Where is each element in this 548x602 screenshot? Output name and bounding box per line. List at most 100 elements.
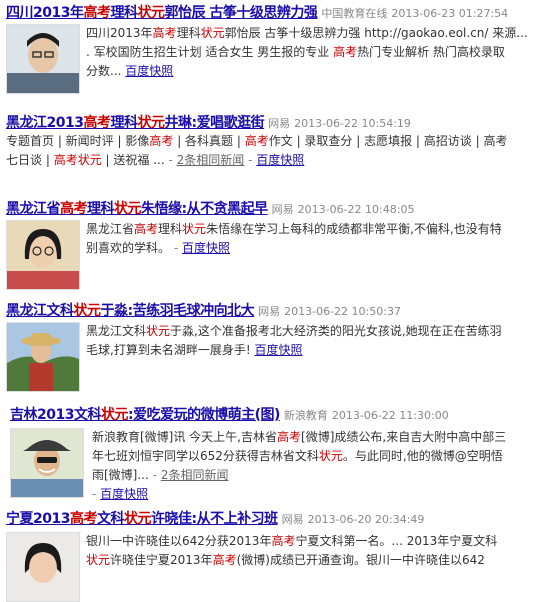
result-title-link[interactable]: 黑龙江2013高考理科状元井琳:爱唱歌逛街	[6, 115, 265, 131]
highlight-term: 高考	[212, 553, 237, 567]
highlight-term: 状元	[146, 324, 171, 338]
text-segment: 朱悟缘在学习上每科的成绩都非常平衡,不偏科,也没有特	[206, 222, 502, 236]
result-source: 中国教育在线	[321, 7, 388, 20]
thumbnail-image[interactable]	[10, 428, 84, 498]
text-segment: (微博)成绩已开通查询。银川一中许晓佳以642	[236, 553, 485, 567]
text-segment: 别喜欢的学科。	[86, 241, 171, 255]
snapshot-link[interactable]: 百度快照	[254, 343, 302, 357]
snippet-line: 黑龙江文科状元于淼,这个准备报考北大经济类的阳光女孩说,她现在正在苦练羽	[86, 322, 546, 341]
text-segment: 分数...	[86, 64, 122, 78]
thumbnail-image[interactable]	[6, 24, 80, 94]
text-segment: 于淼,这个准备报考北大经济类的阳光女孩说,她现在正在苦练羽	[170, 324, 502, 338]
text-segment: 理科	[87, 201, 115, 217]
text-segment: 于淼:苦练羽毛球冲向北大	[100, 303, 255, 319]
text-segment: 理科	[158, 222, 183, 236]
thumbnail-image[interactable]	[6, 322, 80, 392]
text-segment: 专题首页 | 新闻时评 | 影像	[6, 134, 150, 148]
result-snippet: 黑龙江文科状元于淼,这个准备报考北大经济类的阳光女孩说,她现在正在苦练羽 毛球,…	[86, 322, 546, 360]
result-source: 网易	[268, 117, 291, 130]
result-snippet: 银川一中许晓佳以642分获2013年高考宁夏文科第一名。... 2013年宁夏文…	[86, 532, 546, 570]
snippet-line: 四川2013年高考理科状元郭怡辰 古筝十级思辨力强 http://gaokao.…	[86, 24, 546, 43]
highlight-term: 高考	[244, 134, 269, 148]
text-segment: 黑龙江文科	[6, 303, 74, 319]
text-segment: 井琳:爱唱歌逛街	[164, 115, 265, 131]
highlight-term: 状元	[73, 303, 102, 319]
highlight-term: 高考	[152, 26, 177, 40]
snapshot-link[interactable]: 百度快照	[256, 153, 304, 167]
text-segment: 郭怡辰 古筝十级思辨力强 http://gaokao.eol.cn/ 来源...	[224, 26, 528, 40]
text-segment: 银川一中许晓佳以642分获2013年	[86, 534, 272, 548]
text-segment: 新浪教育[微博]讯 今天上午,吉林省	[92, 430, 277, 444]
text-segment: 宁夏2013	[6, 511, 70, 527]
snippet-line: 分数... 百度快照	[86, 62, 546, 81]
highlight-term: 状元	[114, 201, 142, 217]
result-header: 黑龙江2013高考理科状元井琳:爱唱歌逛街 网易 2013-06-22 10:54:…	[6, 112, 411, 132]
result-title-link[interactable]: 黑龙江文科状元于淼:苦练羽毛球冲向北大	[6, 303, 255, 319]
text-segment: 作文 | 录取查分 | 志愿填报 | 高招访谈 | 高考	[268, 134, 508, 148]
related-news-link[interactable]: 2条相同新闻	[177, 153, 245, 167]
snippet-line: 银川一中许晓佳以642分获2013年高考宁夏文科第一名。... 2013年宁夏文…	[86, 532, 546, 551]
highlight-term: 高考	[271, 534, 296, 548]
highlight-term: 状元	[182, 222, 207, 236]
highlight-term: 状元	[123, 511, 152, 527]
text-segment: :爱吃爱玩的微博萌主(图)	[127, 407, 280, 423]
result-source: 新浪教育	[283, 409, 328, 422]
text-segment: | 送祝福 ...	[101, 153, 165, 167]
text-segment: 毛球,打算到未名湖畔一展身手!	[86, 343, 251, 357]
snippet-line: 专题首页 | 新闻时评 | 影像高考 | 各科真题 | 高考作文 | 录取查分 …	[6, 132, 546, 151]
text-segment: 许晓佳宁夏2013年	[110, 553, 213, 567]
result-time: 2013-06-22 10:48:05	[297, 203, 415, 216]
result-header: 吉林2013文科状元:爱吃爱玩的微博萌主(图) 新浪教育 2013-06-22 11…	[10, 404, 449, 424]
highlight-term: 高考	[83, 5, 111, 21]
result-title-link[interactable]: 四川2013年高考理科状元郭怡辰 古筝十级思辨力强	[6, 5, 318, 21]
result-title-link[interactable]: 宁夏2013高考文科状元许晓佳:从不上补习班	[6, 511, 278, 527]
highlight-term: 高考状元	[53, 153, 102, 167]
snapshot-link[interactable]: 百度快照	[125, 64, 173, 78]
snapshot-link[interactable]: 百度快照	[100, 487, 148, 501]
text-segment: 七日谈 |	[6, 153, 54, 167]
result-snippet: 新浪教育[微博]讯 今天上午,吉林省高考[微博]成绩公布,来自吉大附中高中部三 …	[92, 428, 546, 504]
text-segment: 四川2013年	[86, 26, 153, 40]
highlight-term: 高考	[333, 45, 358, 59]
result-header: 黑龙江省高考理科状元朱悟缘:从不贪黑起早 网易 2013-06-22 10:48:0…	[6, 198, 414, 218]
text-segment: 吉林2013文科	[10, 407, 101, 423]
result-source: 网易	[271, 203, 294, 216]
text-segment: 年七班刘恒宇同学以652分获得吉林省文科	[92, 449, 319, 463]
related-news-link[interactable]: 2条相同新闻	[161, 468, 229, 482]
highlight-term: 高考	[134, 222, 159, 236]
text-segment: 理科	[110, 5, 138, 21]
snippet-line: . 军校国防生招生计划 适合女生 男生报的专业 高考热门专业解析 热门高校录取	[86, 43, 546, 62]
highlight-term: 状元	[137, 115, 165, 131]
snippet-line: - 百度快照	[92, 487, 149, 501]
highlight-term: 高考	[149, 134, 174, 148]
text-segment: 郭怡辰 古筝十级思辨力强	[164, 5, 318, 21]
result-time: 2013-06-20 20:34:49	[307, 513, 425, 526]
result-time: 2013-06-22 10:50:37	[284, 305, 401, 318]
text-segment: 四川2013年	[6, 5, 84, 21]
result-snippet: 四川2013年高考理科状元郭怡辰 古筝十级思辨力强 http://gaokao.…	[86, 24, 546, 81]
result-header: 黑龙江文科状元于淼:苦练羽毛球冲向北大 网易 2013-06-22 10:50:37	[6, 300, 401, 320]
result-header: 四川2013年高考理科状元郭怡辰 古筝十级思辨力强 中国教育在线 2013-06-2…	[6, 2, 508, 22]
snippet-line: 年七班刘恒宇同学以652分获得吉林省文科状元。与此同时,他的微博@空明悟	[92, 447, 546, 466]
text-segment: | 各科真题 |	[173, 134, 245, 148]
text-segment: [微博]成绩公布,来自吉大附中高中部三	[301, 430, 507, 444]
result-title-link[interactable]: 黑龙江省高考理科状元朱悟缘:从不贪黑起早	[6, 201, 268, 217]
snippet-line: 状元许晓佳宁夏2013年高考(微博)成绩已开通查询。银川一中许晓佳以642	[86, 551, 546, 570]
text-segment: 黑龙江省	[6, 201, 61, 217]
highlight-term: 高考	[83, 115, 111, 131]
result-title-link[interactable]: 吉林2013文科状元:爱吃爱玩的微博萌主(图)	[10, 407, 280, 423]
snapshot-link[interactable]: 百度快照	[182, 241, 230, 255]
result-snippet: 黑龙江省高考理科状元朱悟缘在学习上每科的成绩都非常平衡,不偏科,也没有特 别喜欢…	[86, 220, 546, 258]
result-time: 2013-06-23 01:27:54	[391, 7, 509, 20]
result-source: 网易	[258, 305, 281, 318]
highlight-term: 高考	[277, 430, 302, 444]
text-segment: 理科	[110, 115, 138, 131]
thumbnail-image[interactable]	[6, 532, 80, 602]
result-time: 2013-06-22 11:30:00	[331, 409, 449, 422]
highlight-term: 状元	[86, 553, 111, 567]
text-segment: 黑龙江省	[86, 222, 135, 236]
text-segment: 宁夏文科第一名。... 2013年宁夏文科	[295, 534, 498, 548]
text-segment: 文科	[96, 511, 125, 527]
thumbnail-image[interactable]	[6, 220, 80, 290]
snippet-line: 毛球,打算到未名湖畔一展身手! 百度快照	[86, 341, 546, 360]
